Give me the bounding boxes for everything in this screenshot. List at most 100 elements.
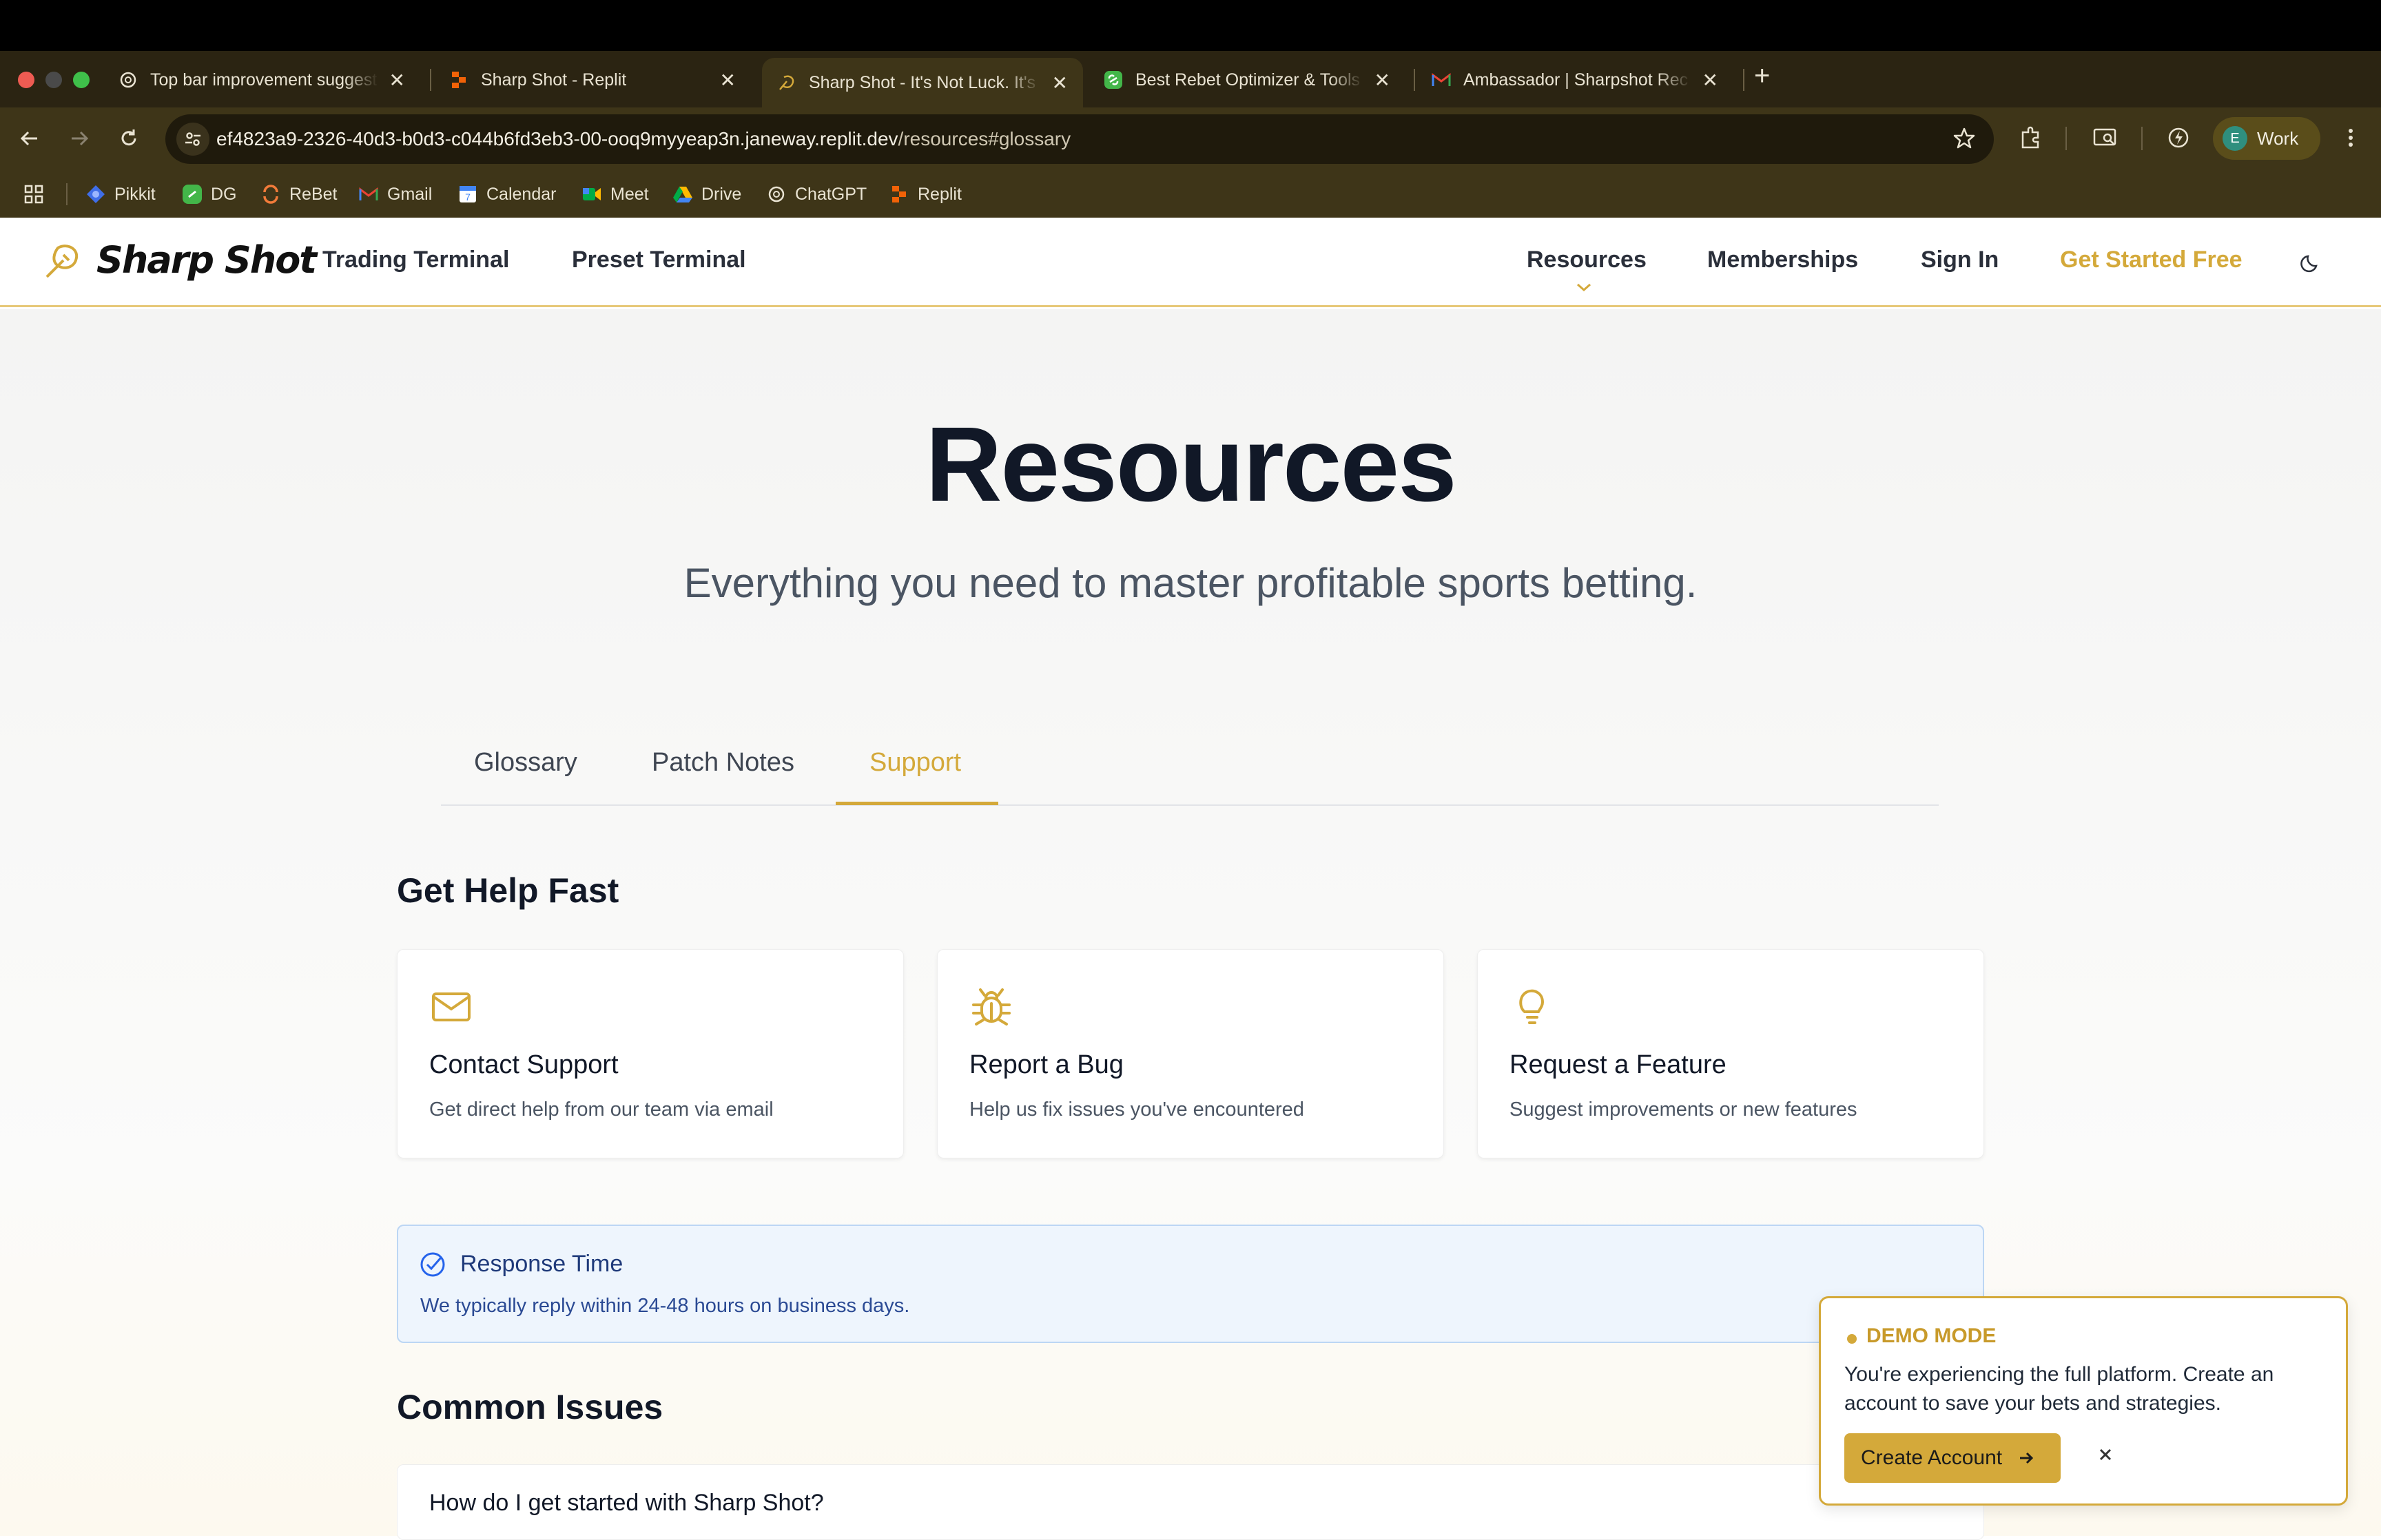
site-logo[interactable]: Sharp Shot: [43, 238, 317, 282]
bookmark-dg[interactable]: DG: [182, 180, 237, 208]
bookmark-label: Gmail: [387, 184, 433, 204]
tab-title: Sharp Shot - It's Not Luck. It's: [809, 72, 1036, 92]
tab-divider: [1414, 69, 1415, 91]
profile-avatar: E: [2223, 126, 2247, 151]
browser-tab-3-active[interactable]: Sharp Shot - It's Not Luck. It's ✕: [762, 58, 1083, 107]
bookmark-calendar[interactable]: 7 Calendar: [457, 180, 556, 208]
check-circle-icon: [420, 1252, 445, 1277]
more-menu-icon[interactable]: [2336, 123, 2366, 153]
moon-icon[interactable]: [2300, 251, 2323, 274]
demo-label: DEMO MODE: [1866, 1324, 1997, 1347]
chevron-down-icon: [1577, 283, 1591, 292]
nav-preset-terminal[interactable]: Preset Terminal: [572, 247, 746, 273]
card-title: Report a Bug: [969, 1050, 1124, 1079]
rebet-icon: [260, 184, 281, 205]
window-zoom-button[interactable]: [73, 72, 90, 88]
gmail-icon: [1432, 70, 1451, 90]
demo-text: You're experiencing the full platform. C…: [1844, 1363, 2274, 1415]
faq-item[interactable]: How do I get started with Sharp Shot?: [397, 1464, 1984, 1540]
tab-close-icon[interactable]: ✕: [389, 69, 405, 92]
tab-close-icon[interactable]: ✕: [1374, 69, 1390, 92]
tab-divider: [430, 69, 431, 91]
back-icon[interactable]: [12, 121, 47, 156]
tab-patch-notes[interactable]: Patch Notes: [652, 748, 794, 778]
rebet-optimizer-icon: [1104, 70, 1123, 90]
bookmark-chatgpt[interactable]: ChatGPT: [766, 180, 867, 208]
browser-tab-1[interactable]: Top bar improvement suggesti ✕: [103, 58, 420, 102]
notice-text: We typically reply within 24-48 hours on…: [420, 1295, 910, 1317]
performance-icon[interactable]: [2163, 123, 2194, 153]
page-subtitle: Everything you need to master profitable…: [683, 560, 1698, 606]
bookmark-star-icon[interactable]: [1952, 127, 1976, 154]
card-title: Contact Support: [429, 1050, 619, 1079]
tab-glossary[interactable]: Glossary: [474, 748, 577, 778]
contact-support-card[interactable]: Contact Support Get direct help from our…: [397, 949, 904, 1158]
bug-icon: [972, 988, 1011, 1026]
reload-icon[interactable]: [112, 121, 146, 156]
profile-button[interactable]: E Work: [2213, 117, 2320, 160]
mail-icon: [432, 992, 471, 1021]
browser-tab-5[interactable]: Ambassador | Sharpshot Rec ✕: [1416, 58, 1733, 102]
create-account-button[interactable]: Create Account: [1844, 1433, 2061, 1483]
bookmark-drive[interactable]: Drive: [672, 180, 741, 208]
report-bug-card[interactable]: Report a Bug Help us fix issues you've e…: [937, 949, 1444, 1158]
replit-icon: [449, 70, 468, 90]
screen-top-bar: [0, 0, 2381, 51]
tab-close-icon[interactable]: ✕: [1702, 69, 1718, 92]
nav-resources[interactable]: Resources: [1527, 247, 1647, 273]
close-icon[interactable]: [2095, 1444, 2116, 1465]
url-path: /resources#glossary: [898, 128, 1071, 149]
bookmark-label: ReBet: [289, 184, 338, 204]
bookmark-meet[interactable]: Meet: [581, 180, 649, 208]
tab-title: Top bar improvement suggesti: [150, 70, 378, 90]
tab-support[interactable]: Support: [869, 748, 961, 778]
bookmark-label: Calendar: [486, 184, 557, 204]
address-bar[interactable]: ef4823a9-2326-40d3-b0d3-c044b6fd3eb3-00-…: [165, 114, 1994, 164]
bookmark-pikkit[interactable]: Pikkit: [85, 180, 156, 208]
tab-close-icon[interactable]: ✕: [720, 69, 736, 92]
card-description: Get direct help from our team via email: [429, 1099, 774, 1121]
create-account-label: Create Account: [1861, 1446, 2003, 1469]
response-time-notice: Response Time We typically reply within …: [397, 1225, 1984, 1343]
gmail-icon: [358, 184, 379, 205]
browser-tab-2[interactable]: Sharp Shot - Replit ✕: [434, 58, 751, 102]
window-minimize-button[interactable]: [45, 72, 62, 88]
nav-memberships[interactable]: Memberships: [1707, 247, 1858, 273]
extensions-icon[interactable]: [2016, 123, 2046, 153]
profile-label: Work: [2257, 127, 2299, 149]
tab-close-icon[interactable]: ✕: [1052, 72, 1068, 94]
bookmarks-bar: [0, 171, 2381, 218]
bookmark-rebet[interactable]: ReBet: [260, 180, 337, 208]
sharpshot-icon: [777, 73, 796, 92]
new-tab-icon[interactable]: +: [1754, 61, 1770, 92]
card-description: Help us fix issues you've encountered: [969, 1099, 1304, 1121]
svg-text:7: 7: [465, 191, 471, 202]
bookmark-gmail[interactable]: Gmail: [358, 180, 432, 208]
logo-text: Sharp Shot: [96, 238, 317, 282]
notice-title: Response Time: [460, 1251, 623, 1277]
lightbulb-icon: [1519, 989, 1545, 1024]
apps-grid-icon[interactable]: [23, 180, 44, 208]
nav-get-started-free[interactable]: Get Started Free: [2060, 247, 2243, 273]
logo-mark-icon: [45, 244, 79, 278]
forward-icon[interactable]: [62, 121, 96, 156]
tab-title: Sharp Shot - Replit: [481, 70, 627, 90]
request-feature-card[interactable]: Request a Feature Suggest improvements o…: [1477, 949, 1984, 1158]
replit-icon: [889, 184, 909, 205]
site-settings-icon[interactable]: [176, 123, 209, 156]
nav-sign-in[interactable]: Sign In: [1921, 247, 1999, 273]
url-text: ef4823a9-2326-40d3-b0d3-c044b6fd3eb3-00-…: [216, 114, 1071, 164]
browser-tab-4[interactable]: Best Rebet Optimizer & Tools ✕: [1089, 58, 1405, 102]
nav-trading-terminal[interactable]: Trading Terminal: [322, 247, 509, 273]
common-issues-title: Common Issues: [397, 1388, 663, 1426]
tab-title: Best Rebet Optimizer & Tools: [1135, 70, 1361, 90]
drive-icon: [672, 184, 693, 205]
meet-icon: [581, 184, 602, 205]
bookmark-label: Pikkit: [114, 184, 156, 204]
chatgpt-icon: [766, 184, 787, 205]
bookmark-replit[interactable]: Replit: [889, 180, 962, 208]
card-title: Request a Feature: [1509, 1050, 1727, 1079]
window-close-button[interactable]: [18, 72, 34, 88]
cast-search-icon[interactable]: [2090, 123, 2121, 153]
toolbar-divider: [2141, 127, 2143, 150]
